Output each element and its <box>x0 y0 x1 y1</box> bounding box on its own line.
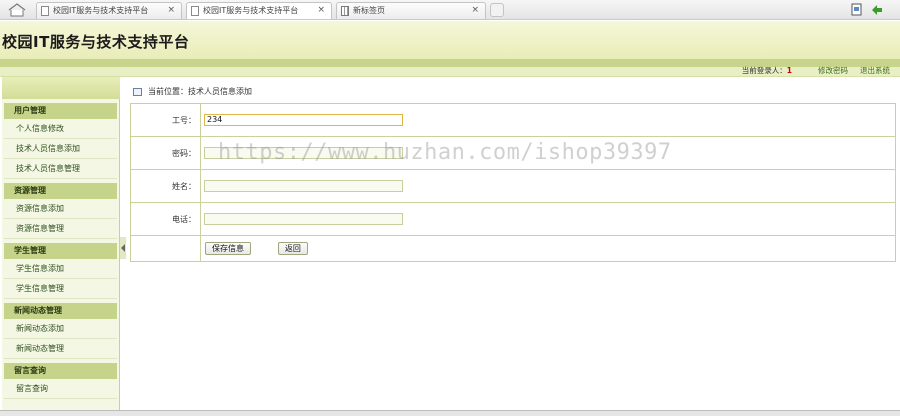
sidebar-group-message[interactable]: 留言查询 <box>4 363 117 379</box>
sidebar-item-resource-manage[interactable]: 资源信息管理 <box>4 219 117 239</box>
site-header: 校园IT服务与技术支持平台 <box>0 21 900 59</box>
login-label: 当前登录人： <box>741 66 787 75</box>
sidebar-group-news[interactable]: 新闻动态管理 <box>4 303 117 319</box>
new-tab-button[interactable] <box>490 3 504 17</box>
form-actions: 保存信息 返回 <box>205 242 308 255</box>
tab-label: 校园IT服务与技术支持平台 <box>203 6 299 15</box>
content-area: 当前位置：技术人员信息添加 工号： 234 密码： 姓名： 电话： 保存信息 返… <box>130 83 896 403</box>
close-icon[interactable]: × <box>471 3 479 18</box>
sidebar-item-news-manage[interactable]: 新闻动态管理 <box>4 339 117 359</box>
collapse-arrow-icon <box>120 244 125 252</box>
sidebar-group-resource[interactable]: 资源管理 <box>4 183 117 199</box>
sidebar-item-tech-manage[interactable]: 技术人员信息管理 <box>4 159 117 179</box>
save-button[interactable]: 保存信息 <box>205 242 251 255</box>
sidebar-collapse-handle[interactable] <box>120 237 126 259</box>
actions-spacer <box>130 235 201 262</box>
tab-label: 新标签页 <box>353 6 385 15</box>
status-bar <box>0 410 900 416</box>
page-icon <box>191 6 199 16</box>
phone-input[interactable] <box>204 213 403 225</box>
name-label: 姓名： <box>130 169 201 203</box>
breadcrumb-text: 当前位置：技术人员信息添加 <box>148 87 252 96</box>
sidebar-item-message-query[interactable]: 留言查询 <box>4 379 117 399</box>
sidebar-group-user[interactable]: 用户管理 <box>4 103 117 119</box>
site-title: 校园IT服务与技术支持平台 <box>2 33 190 51</box>
back-arrow-icon[interactable] <box>870 3 884 17</box>
close-icon[interactable]: × <box>167 3 175 18</box>
tab-label: 校园IT服务与技术支持平台 <box>53 6 149 15</box>
browser-tab-bar: 校园IT服务与技术支持平台 × 校园IT服务与技术支持平台 × 新标签页 × <box>0 0 900 20</box>
sidebar-item-profile-edit[interactable]: 个人信息修改 <box>4 119 117 139</box>
main-frame: 用户管理 个人信息修改 技术人员信息添加 技术人员信息管理 资源管理 资源信息添… <box>0 76 900 411</box>
page-icon <box>41 6 49 16</box>
form-row-actions: 保存信息 返回 <box>130 235 896 262</box>
phone-label: 电话： <box>130 202 201 236</box>
browser-tab-1[interactable]: 校园IT服务与技术支持平台 × <box>36 2 182 19</box>
sidebar-item-student-add[interactable]: 学生信息添加 <box>4 259 117 279</box>
sidebar-top <box>2 77 120 99</box>
browser-tab-2[interactable]: 校园IT服务与技术支持平台 × <box>186 2 332 19</box>
breadcrumb: 当前位置：技术人员信息添加 <box>130 83 896 101</box>
sidebar-item-resource-add[interactable]: 资源信息添加 <box>4 199 117 219</box>
location-icon <box>133 88 142 96</box>
change-password-link[interactable]: 修改密码 <box>818 66 848 75</box>
page-menu-icon[interactable] <box>850 3 864 17</box>
sidebar-item-tech-add[interactable]: 技术人员信息添加 <box>4 139 117 159</box>
home-icon[interactable] <box>6 3 28 17</box>
user-info-bar: 当前登录人：1 修改密码 退出系统 <box>0 65 900 76</box>
login-user: 1 <box>786 66 792 75</box>
id-label: 工号： <box>130 103 201 137</box>
tech-staff-form: 工号： 234 密码： 姓名： 电话： 保存信息 返回 <box>130 103 896 262</box>
new-tab-icon <box>341 6 349 16</box>
password-input[interactable] <box>204 147 403 159</box>
sidebar-item-student-manage[interactable]: 学生信息管理 <box>4 279 117 299</box>
form-row-name: 姓名： <box>130 169 896 203</box>
form-row-phone: 电话： <box>130 202 896 236</box>
browser-tab-3[interactable]: 新标签页 × <box>336 2 486 19</box>
back-button[interactable]: 返回 <box>277 242 308 255</box>
user-info: 当前登录人：1 修改密码 退出系统 <box>742 65 890 76</box>
sidebar-group-student[interactable]: 学生管理 <box>4 243 117 259</box>
name-input[interactable] <box>204 180 403 192</box>
close-icon[interactable]: × <box>317 3 325 18</box>
logout-link[interactable]: 退出系统 <box>860 66 890 75</box>
form-row-password: 密码： <box>130 136 896 170</box>
form-row-id: 工号： 234 <box>130 103 896 137</box>
password-label: 密码： <box>130 136 201 170</box>
id-input[interactable]: 234 <box>204 114 403 126</box>
sidebar: 用户管理 个人信息修改 技术人员信息添加 技术人员信息管理 资源管理 资源信息添… <box>2 77 120 411</box>
sidebar-item-news-add[interactable]: 新闻动态添加 <box>4 319 117 339</box>
